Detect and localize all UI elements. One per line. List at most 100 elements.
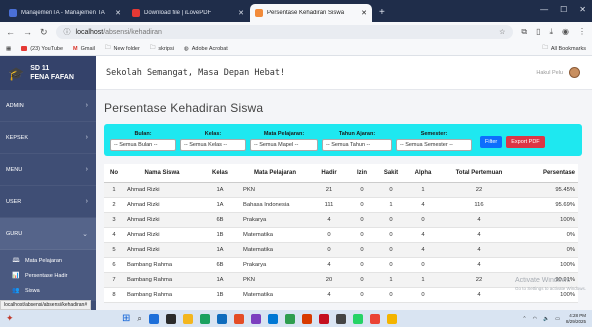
sidebar-item-menu[interactable]: MENU › — [0, 154, 96, 186]
browser-tab-ilovepdf[interactable]: Download file | iLovePDF ✕ — [127, 4, 249, 22]
user-name: Hakul Pelu — [536, 69, 563, 76]
maximize-icon[interactable]: ☐ — [560, 5, 567, 14]
filter-kelas: Kelas: -- Semua Kelas -- — [180, 131, 246, 151]
sidebar: 🎓 SD 11 FENA FAFAN ADMIN › KEPSEK › MENU › … — [0, 56, 96, 310]
search-icon[interactable]: ⌕ — [137, 314, 141, 324]
table-cell: Ahmad Rizki — [124, 227, 200, 243]
window-controls: — ☐ ✕ — [540, 5, 586, 14]
close-window-icon[interactable]: ✕ — [579, 5, 586, 14]
pinned-app-icon[interactable] — [267, 313, 278, 324]
sidebar-item-kepsek[interactable]: KEPSEK › — [0, 122, 96, 154]
more-menu-icon[interactable]: ⋮ — [578, 27, 586, 37]
pinned-app-icon[interactable] — [284, 313, 295, 324]
close-icon[interactable]: ✕ — [115, 9, 121, 17]
minimize-icon[interactable]: — — [540, 5, 548, 14]
kelas-select[interactable]: -- Semua Kelas -- — [180, 139, 246, 151]
table-cell: 1 — [376, 272, 406, 288]
clock[interactable]: 4:28 PM 8/29/2025 — [566, 313, 586, 325]
table-cell: 0% — [518, 242, 578, 258]
tray-chevron-icon[interactable]: ⌃ — [522, 316, 526, 322]
bookmark-adobe-acrobat[interactable]: ◍ Adobe Acrobat — [184, 46, 228, 52]
sidebar-item-admin[interactable]: ADMIN › — [0, 90, 96, 122]
close-icon[interactable]: ✕ — [238, 9, 244, 17]
guru-submenu: 🕮 Mata Pelajaran 📊 Persentase Hadir 👥 Siswa — [0, 250, 96, 301]
table-cell: 0% — [518, 227, 578, 243]
mapel-select[interactable]: -- Semua Mapel -- — [250, 139, 318, 151]
back-icon[interactable]: ← — [6, 27, 15, 37]
bookmark-skripsi[interactable]: 🗀 skripsi — [150, 44, 174, 53]
pinned-app-icon[interactable] — [199, 313, 210, 324]
semester-select[interactable]: -- Semua Semester -- — [396, 139, 472, 151]
slogan: Sekolah Semangat, Masa Depan Hebat! — [106, 67, 286, 78]
table-cell: 1A — [200, 272, 240, 288]
site-info-icon[interactable]: ⓘ — [64, 27, 71, 37]
col-header-no: No — [104, 164, 124, 183]
bookmark-new-folder[interactable]: 🗀 New folder — [105, 44, 140, 53]
download-icon[interactable]: ⤓ — [549, 27, 553, 37]
sidebar-item-user[interactable]: USER › — [0, 186, 96, 218]
pinned-app-icon[interactable] — [233, 313, 244, 324]
extensions-icon[interactable]: ⧉ — [521, 27, 527, 37]
close-icon[interactable]: ✕ — [361, 9, 367, 17]
tab-favicon-icon — [132, 9, 140, 17]
chevron-right-icon: › — [85, 134, 88, 141]
pinned-app-icon[interactable] — [148, 313, 159, 324]
browser-toolbar-icons: ⧉ ▯ ⤓ ◉ ⋮ — [521, 27, 586, 37]
pinned-app-icon[interactable] — [352, 313, 363, 324]
col-header-alpha: Alpha — [406, 164, 440, 183]
pinned-app-icon[interactable] — [386, 313, 397, 324]
pinned-app-icon[interactable] — [165, 313, 176, 324]
pinned-app-icon[interactable] — [301, 313, 312, 324]
table-cell: 0 — [348, 242, 376, 258]
profile-icon[interactable]: ◉ — [562, 27, 569, 37]
pinned-app-icon[interactable] — [318, 313, 329, 324]
reload-icon[interactable]: ↻ — [40, 27, 48, 38]
bookmark-youtube[interactable]: (23) YouTube — [21, 46, 63, 52]
table-cell: Matematika — [240, 287, 310, 303]
new-tab-button[interactable]: + — [373, 7, 391, 22]
user-menu[interactable]: Hakul Pelu — [536, 67, 580, 78]
apps-grid-icon[interactable]: ▦ — [6, 46, 11, 52]
table-cell: 0 — [348, 182, 376, 198]
battery-icon[interactable]: ▭ — [555, 316, 560, 322]
pinned-app-icon[interactable] — [369, 313, 380, 324]
tahun-select[interactable]: -- Semua Tahun -- — [322, 139, 392, 151]
table-cell: 0 — [406, 257, 440, 273]
volume-icon[interactable]: 🔈 — [543, 316, 549, 322]
sidebar-subitem-siswa[interactable]: 👥 Siswa — [0, 283, 96, 298]
forward-icon[interactable]: → — [23, 27, 32, 37]
bulan-select[interactable]: -- Semua Bulan -- — [110, 139, 176, 151]
table-cell: 4 — [310, 287, 348, 303]
url-input[interactable]: ⓘ localhost/absensi/kehadiran ☆ — [55, 25, 514, 39]
bookmark-gmail[interactable]: M Gmail — [73, 46, 95, 52]
table-cell: 1 — [104, 182, 124, 198]
tab-favicon-icon — [9, 9, 17, 17]
table-cell: Ahmad Rizki — [124, 182, 200, 198]
pinned-app-icon[interactable] — [216, 313, 227, 324]
windows-start-icon[interactable]: ⊞ — [122, 313, 130, 324]
export-pdf-button[interactable]: Export PDF — [506, 136, 545, 148]
col-header-total: Total Pertemuan — [440, 164, 518, 183]
sidebar-subitem-persentase-hadir[interactable]: 📊 Persentase Hadir — [0, 268, 96, 283]
bookmark-star-icon[interactable]: ☆ — [499, 28, 505, 36]
filter-button[interactable]: Filter — [480, 136, 503, 148]
table-cell: 2 — [104, 197, 124, 213]
col-header-persentase: Persentase — [518, 164, 578, 183]
browser-tab-manajemen[interactable]: ManajemenTA - Manajemen TA ✕ — [4, 4, 126, 22]
sidepanel-icon[interactable]: ▯ — [536, 27, 540, 37]
sidebar-subitem-mata-pelajaran[interactable]: 🕮 Mata Pelajaran — [0, 253, 96, 268]
pinned-app-icon[interactable] — [335, 313, 346, 324]
url-path: /absensi/kehadiran — [103, 28, 162, 36]
pinned-app-icon[interactable] — [182, 313, 193, 324]
browser-tab-kehadiran[interactable]: Persentase Kehadiran Siswa ✕ — [250, 4, 372, 22]
pinned-app-icon[interactable]: ✦ — [6, 313, 14, 324]
avatar[interactable] — [569, 67, 580, 78]
wifi-icon[interactable]: ◠ — [533, 316, 537, 322]
acrobat-icon: ◍ — [183, 45, 189, 52]
sidebar-item-guru[interactable]: GURU ⌄ — [0, 218, 96, 250]
table-cell: 0 — [376, 212, 406, 228]
table-cell: 4 — [440, 287, 518, 303]
table-cell: 0 — [376, 182, 406, 198]
pinned-app-icon[interactable] — [250, 313, 261, 324]
all-bookmarks[interactable]: 🗀 All Bookmarks — [542, 44, 586, 53]
